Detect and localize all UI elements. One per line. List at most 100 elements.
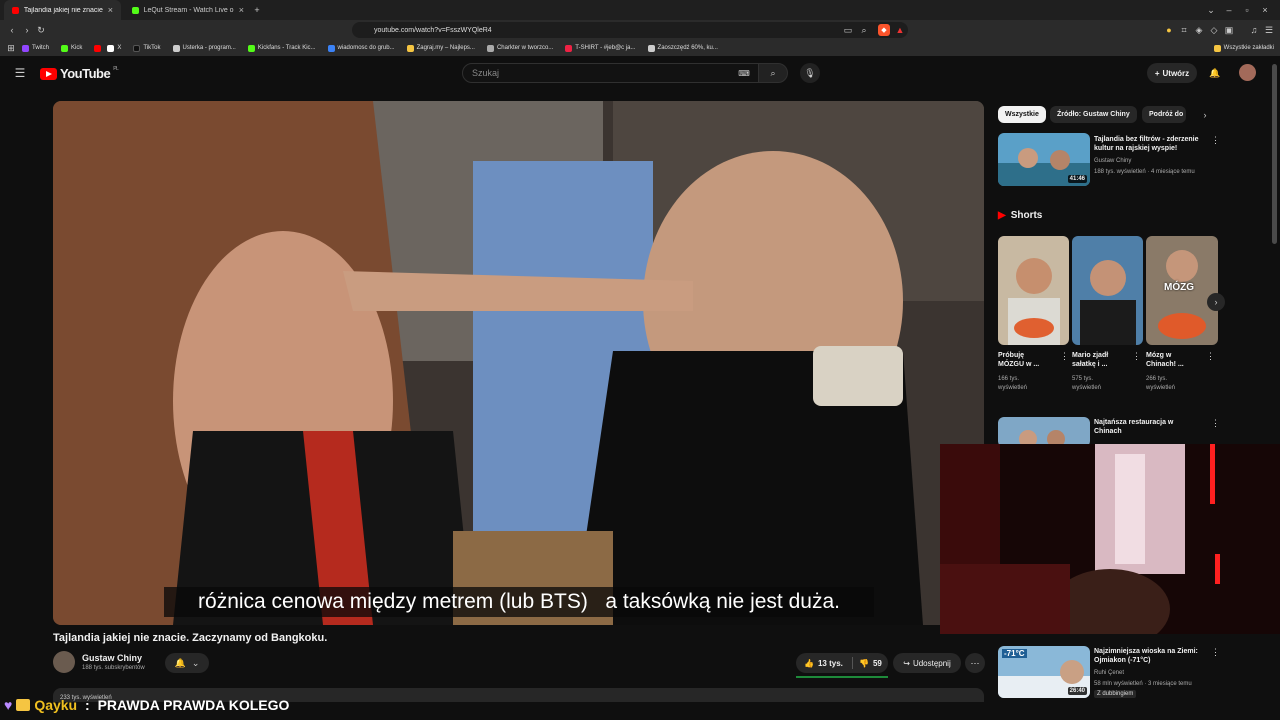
bookmarks-bar: ⊞ Twitch Kick X TikTok Usterka - program… <box>0 40 1280 56</box>
kick-favicon-icon <box>132 6 139 14</box>
avatar[interactable] <box>1239 64 1256 81</box>
bookmark-usterka[interactable]: Usterka - program... <box>172 44 236 52</box>
bookmark-zagraj[interactable]: Zagraj.my – Najleps... <box>406 44 475 52</box>
tab-search-icon[interactable]: ⌄ <box>1206 3 1216 17</box>
dislike-count: 59 <box>872 658 882 668</box>
bookmark-label: Kick <box>71 45 83 51</box>
bookmark-wiadomosc[interactable]: wiadomosc do grub... <box>327 44 395 52</box>
bookmark-kickfans[interactable]: Kickfans - Track Kic... <box>247 44 316 52</box>
all-bookmarks[interactable]: Wszystkie zakładki <box>1213 44 1274 52</box>
chevron-right-icon[interactable]: › <box>1198 106 1212 123</box>
rec-title[interactable]: Najtańsza restauracja w Chinach <box>1094 418 1212 436</box>
subscriber-count: 188 tys. subskrybentów <box>82 665 145 671</box>
dubbing-badge: Z dubbingiem <box>1094 690 1137 698</box>
globe-icon <box>647 44 655 52</box>
channel-avatar[interactable] <box>53 651 75 673</box>
extension-icon[interactable]: ⌗ <box>1178 22 1190 38</box>
short-thumbnail[interactable] <box>1072 236 1143 345</box>
short-title[interactable]: Mózg w Chinach! ... <box>1146 351 1206 369</box>
dislike-button[interactable]: 👎 59 <box>853 659 882 668</box>
chip-all[interactable]: Wszystkie <box>998 106 1046 123</box>
youtube-logo[interactable]: YouTube PL <box>40 66 119 81</box>
extension-icon[interactable]: ◇ <box>1208 22 1220 38</box>
menu-icon[interactable]: ☰ <box>1263 22 1275 38</box>
kickfans-icon <box>247 44 255 52</box>
rec-channel[interactable]: Ruhi Çenet <box>1094 669 1124 678</box>
rec-channel[interactable]: Gustaw Chiny <box>1094 157 1131 166</box>
browser-tab[interactable]: LeQut Stream - Watch Live on Kick × <box>124 0 252 20</box>
bookmark-youtube[interactable] <box>94 44 102 52</box>
wallet-icon[interactable]: ▣ <box>1223 22 1235 38</box>
voice-search-button[interactable]: 🎙 <box>800 63 820 83</box>
bell-icon: 🔔 <box>174 657 186 668</box>
notifications-bell-icon[interactable]: 🔔 <box>1207 65 1223 81</box>
extension-icon[interactable]: ● <box>1163 22 1175 38</box>
url-bar[interactable]: youtube.com/watch?v=FsszWYQleR4 <box>352 22 908 38</box>
chevron-down-icon: ⌄ <box>191 657 200 668</box>
extension-icon[interactable]: ◈ <box>1193 22 1205 38</box>
page-scrollbar[interactable] <box>1272 64 1277 244</box>
reload-icon[interactable]: ↻ <box>34 22 48 38</box>
bookmark-charkter[interactable]: Charkter w tworzco... <box>486 44 553 52</box>
chat-message: PRAWDA PRAWDA KOLEGO <box>97 697 290 713</box>
share-button[interactable]: ↪ Udostępnij <box>893 653 961 673</box>
cast-icon[interactable]: ▭ <box>842 22 854 38</box>
apps-grid-icon[interactable]: ⊞ <box>0 43 22 54</box>
keyboard-icon[interactable]: ⌨ <box>738 67 750 79</box>
bookmark-label: Zaoszczędź 60%, ku... <box>657 45 718 51</box>
shorts-next-icon[interactable]: › <box>1207 293 1225 311</box>
bookmark-kick[interactable]: Kick <box>61 44 83 52</box>
close-tab-icon[interactable]: × <box>239 5 244 15</box>
channel-name[interactable]: Gustaw Chiny <box>82 653 142 663</box>
subscribed-bell-button[interactable]: 🔔 ⌄ <box>165 653 209 673</box>
short-title[interactable]: Mario zjadł sałatkę i ... <box>1072 351 1132 369</box>
rec-menu-icon[interactable]: ⋮ <box>1211 135 1220 146</box>
bookmark-x[interactable]: X <box>107 44 121 52</box>
like-button[interactable]: 👍 13 tys. <box>796 659 852 668</box>
bookmark-tshirt[interactable]: T-SHIRT - #jeb@c ja... <box>565 44 636 52</box>
bookmark-label: T-SHIRT - #jeb@c ja... <box>575 45 636 51</box>
minimize-icon[interactable]: – <box>1222 3 1236 17</box>
short-thumbnail[interactable] <box>998 236 1069 345</box>
brave-shield-icon[interactable]: ◆ <box>878 24 890 36</box>
brave-rewards-icon[interactable]: ▲ <box>894 22 906 38</box>
bookmark-tiktok[interactable]: TikTok <box>133 44 161 52</box>
short-title[interactable]: Próbuję MÓZGU w ... <box>998 351 1058 369</box>
youtube-icon <box>94 44 102 52</box>
media-icon[interactable]: ♫ <box>1248 22 1260 38</box>
short-thumbnail[interactable]: MÓZG <box>1146 236 1218 345</box>
hamburger-menu-icon[interactable]: ☰ <box>12 66 28 80</box>
short-menu-icon[interactable]: ⋮ <box>1060 351 1069 362</box>
mic-icon: 🎙 <box>804 67 816 78</box>
short-menu-icon[interactable]: ⋮ <box>1206 351 1215 362</box>
video-thumbnail[interactable]: -71°C 26:40 <box>998 646 1090 698</box>
forward-icon[interactable]: › <box>20 22 34 38</box>
chip-travel[interactable]: Podróż do <box>1142 106 1186 123</box>
chip-source[interactable]: Źródło: Gustaw Chiny <box>1050 106 1137 123</box>
video-thumbnail[interactable] <box>998 417 1090 447</box>
create-button[interactable]: + Utwórz <box>1147 63 1197 83</box>
close-tab-icon[interactable]: × <box>108 5 113 15</box>
search-button[interactable]: ⌕ <box>758 63 788 83</box>
maximize-icon[interactable]: ▫ <box>1240 3 1254 17</box>
plus-icon: + <box>1154 68 1160 78</box>
rec-title[interactable]: Tajlandia bez filtrów - zderzenie kultur … <box>1094 135 1212 153</box>
bookmark-zaoszczedz[interactable]: Zaoszczędź 60%, ku... <box>647 44 718 52</box>
youtube-favicon-icon <box>12 6 19 14</box>
zoom-icon[interactable]: ⌕ <box>858 22 870 38</box>
bookmark-twitch[interactable]: Twitch <box>22 44 49 52</box>
rec-title[interactable]: Najzimniejsza wioska na Ziemi: Ojmiakon (… <box>1094 647 1212 665</box>
rec-menu-icon[interactable]: ⋮ <box>1211 418 1220 429</box>
search-input[interactable]: Szukaj <box>462 63 759 83</box>
back-icon[interactable]: ‹ <box>5 22 19 38</box>
tiktok-icon <box>133 44 141 52</box>
close-window-icon[interactable]: × <box>1258 3 1272 17</box>
share-label: Udostępnij <box>912 658 951 668</box>
video-thumbnail[interactable]: 41:46 <box>998 133 1090 186</box>
short-menu-icon[interactable]: ⋮ <box>1132 351 1141 362</box>
video-player[interactable] <box>53 101 984 625</box>
more-actions-button[interactable]: ⋯ <box>965 653 985 673</box>
new-tab-icon[interactable]: + <box>252 3 262 17</box>
browser-tab-active[interactable]: Tajlandia jakiej nie znacie. Za × <box>4 0 121 20</box>
rec-menu-icon[interactable]: ⋮ <box>1211 647 1220 658</box>
